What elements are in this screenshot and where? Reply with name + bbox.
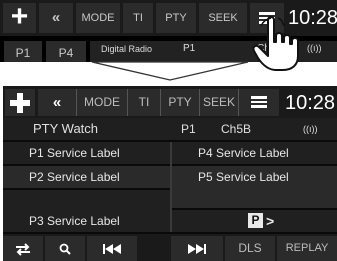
replay-button[interactable]: REPLAY xyxy=(277,236,337,261)
plus-icon[interactable]: + xyxy=(3,2,36,33)
top-mode-button[interactable]: MODE xyxy=(76,3,120,33)
double-chevron-left-icon[interactable]: « xyxy=(39,3,73,33)
plus-icon[interactable] xyxy=(5,89,35,116)
top-preset-p1[interactable]: P1 xyxy=(4,41,42,62)
down-arrow-icon xyxy=(91,61,249,81)
top-preset-label: P1 xyxy=(183,43,196,54)
pointing-hand-icon xyxy=(252,16,299,71)
channel-label: Ch5B xyxy=(221,122,252,136)
service-label-p4[interactable]: P4 Service Label xyxy=(172,142,337,164)
chevron-right-icon: > xyxy=(266,213,275,229)
service-label-p1[interactable]: P1 Service Label xyxy=(3,142,170,164)
back-button[interactable]: « xyxy=(38,89,76,116)
preset-label: P1 xyxy=(181,122,196,136)
ti-button[interactable]: TI xyxy=(128,89,160,116)
info-row: PTY Watch P1 Ch5B ((ı)) xyxy=(3,118,337,140)
list-icon[interactable] xyxy=(239,89,279,116)
pty-watch-title: PTY Watch xyxy=(33,121,99,136)
top-pty-button[interactable]: PTY xyxy=(156,3,196,33)
next-page-button[interactable]: P > xyxy=(172,210,337,232)
pty-watch-screen: « MODE TI PTY SEEK 10:28 PTY Watch P1 Ch… xyxy=(3,86,337,261)
clock: 10:28 xyxy=(285,92,336,114)
top-preset-p4[interactable]: P4 xyxy=(46,41,86,62)
service-label-p2[interactable]: P2 Service Label xyxy=(3,166,170,188)
pty-button[interactable]: PTY xyxy=(161,89,199,116)
top-seek-button[interactable]: SEEK xyxy=(199,3,247,33)
antenna-icon: ((ı)) xyxy=(303,124,318,134)
top-source-label: Digital Radio xyxy=(101,44,153,54)
mode-button[interactable]: MODE xyxy=(77,89,127,116)
next-page-box: P xyxy=(248,213,263,228)
antenna-icon: ((ı)) xyxy=(307,43,322,53)
service-label-p3-text: P3 Service Label xyxy=(29,214,120,228)
skip-previous-icon[interactable] xyxy=(87,236,137,261)
dls-button[interactable]: DLS xyxy=(225,236,275,261)
service-label-p5[interactable]: P5 Service Label xyxy=(172,166,337,208)
skip-next-icon[interactable] xyxy=(171,236,223,261)
search-icon[interactable] xyxy=(45,236,85,261)
top-ti-button[interactable]: TI xyxy=(123,3,153,33)
swap-icon[interactable] xyxy=(3,236,43,261)
seek-button[interactable]: SEEK xyxy=(200,89,238,116)
service-label-p3[interactable]: P3 Service Label xyxy=(3,190,170,232)
